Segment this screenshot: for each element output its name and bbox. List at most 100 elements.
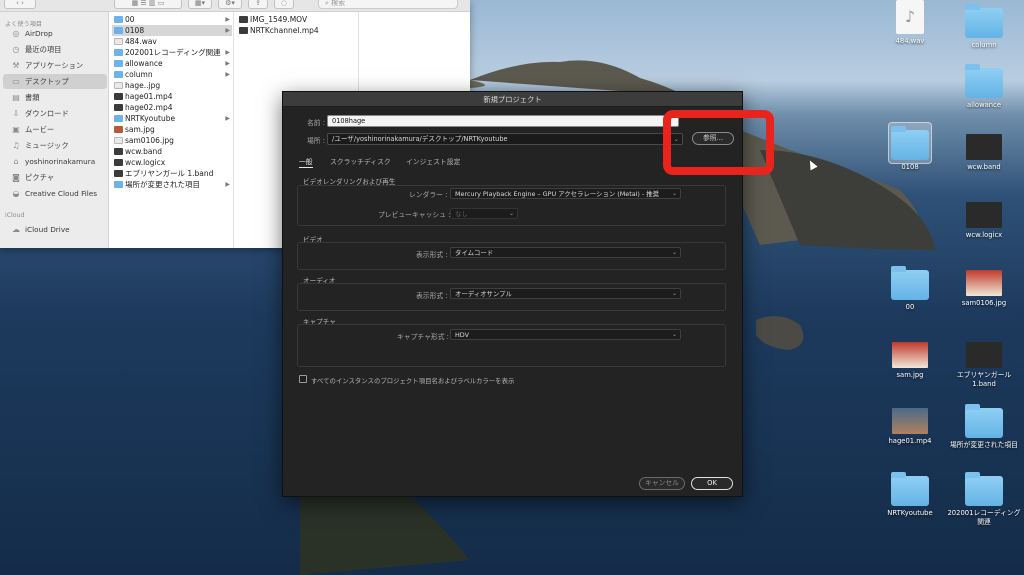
list-item[interactable]: 0108 ▶ — [112, 25, 232, 36]
chevron-down-icon: ⌄ — [671, 190, 677, 197]
file-icon — [114, 159, 123, 166]
desktop-icon-item[interactable]: wcw.logicx — [946, 194, 1022, 240]
list-item[interactable]: hage01.mp4 — [112, 91, 232, 102]
desktop-icon-label: エブリヤンガール 1.band — [956, 371, 1012, 388]
list-item[interactable]: sam0106.jpg — [112, 135, 232, 146]
tag-button[interactable]: ◌ — [274, 0, 294, 9]
preview-cache-label: プレビューキャッシュ : — [378, 211, 451, 219]
back-forward-button[interactable]: ‹ › — [4, 0, 36, 9]
video-display-select[interactable]: タイムコード ⌄ — [450, 247, 681, 258]
show-label-color-checkbox[interactable] — [299, 375, 307, 383]
sidebar-item-applications[interactable]: ⚒ アプリケーション — [3, 58, 107, 73]
desktop-icon-item[interactable]: wcw.band — [946, 126, 1022, 172]
desktop-icon-item[interactable]: 0108 — [872, 122, 948, 172]
desktop-icon-item[interactable]: 00 — [872, 262, 948, 312]
desktop-icon-item[interactable]: NRTKyoutube — [872, 468, 948, 518]
sidebar-item-icloud-drive[interactable]: ☁ iCloud Drive — [3, 222, 107, 237]
sidebar-item-music[interactable]: ♫ ミュージック — [3, 138, 107, 153]
tab-ingest-settings[interactable]: インジェスト設定 — [406, 156, 460, 166]
desktop-icon-item[interactable]: column — [946, 0, 1022, 50]
chevron-right-icon: ▶ — [225, 181, 230, 188]
download-icon: ⇩ — [12, 109, 20, 118]
tab-general[interactable]: 一般 — [299, 156, 313, 168]
desktop-icon-label: 202001レコーディング関連 — [947, 509, 1021, 526]
desktop-icon-item[interactable]: allowance — [946, 60, 1022, 110]
sidebar-item-clock[interactable]: ◷ 最近の項目 — [3, 42, 107, 57]
group-by-button[interactable]: ▦▾ — [188, 0, 212, 9]
list-item[interactable]: 場所が変更された項目 ▶ — [112, 179, 232, 190]
project-name-input[interactable]: 0108hage — [327, 115, 679, 127]
desktop-icon-label: 484.wav — [895, 37, 925, 45]
chevron-down-icon: ⌄ — [671, 331, 677, 338]
desktop-icon-label: 0108 — [901, 163, 919, 171]
list-item[interactable]: allowance ▶ — [112, 58, 232, 69]
renderer-select[interactable]: Mercury Playback Engine – GPU アクセラレーション … — [450, 188, 681, 199]
list-item[interactable]: IMG_1549.MOV — [237, 14, 357, 25]
list-item[interactable]: column ▶ — [112, 69, 232, 80]
folder-icon — [114, 71, 123, 78]
location-label: 場所 : — [307, 137, 326, 145]
applications-icon: ⚒ — [12, 61, 20, 70]
sidebar-item-label: Creative Cloud Files — [25, 189, 98, 198]
list-item[interactable]: 484.wav — [112, 36, 232, 47]
folder-icon — [114, 60, 123, 67]
list-item[interactable]: wcw.logicx — [112, 157, 232, 168]
search-input[interactable]: ⌕ 検索 — [318, 0, 458, 9]
desktop-icon-item[interactable]: sam0106.jpg — [946, 262, 1022, 308]
dialog-title: 新規プロジェクト — [283, 92, 742, 107]
action-gear-button[interactable]: ⚙▾ — [218, 0, 242, 9]
folder-icon — [114, 16, 123, 23]
list-item[interactable]: sam.jpg — [112, 124, 232, 135]
file-thumbnail-icon — [966, 202, 1002, 228]
desktop-icon-item[interactable]: エブリヤンガール 1.band — [946, 334, 1022, 389]
cloud-icon: ☁ — [12, 225, 20, 234]
list-item[interactable]: hage02.mp4 — [112, 102, 232, 113]
view-mode-icons-button[interactable]: ▦ ☰ ▥ ▭ — [114, 0, 182, 9]
list-item-name: hage01.mp4 — [125, 92, 173, 101]
capture-format-select[interactable]: HDV ⌄ — [450, 329, 681, 340]
list-item-name: IMG_1549.MOV — [250, 15, 308, 24]
audio-display-select[interactable]: オーディオサンプル ⌄ — [450, 288, 681, 299]
desktop-icon-item[interactable]: 202001レコーディング関連 — [946, 468, 1022, 527]
list-item[interactable]: 00 ▶ — [112, 14, 232, 25]
list-item[interactable]: hage..jpg — [112, 80, 232, 91]
list-item-name: allowance — [125, 59, 163, 68]
cancel-button[interactable]: キャンセル — [639, 477, 685, 490]
sidebar-item-label: デスクトップ — [25, 77, 69, 86]
sidebar-item-movie[interactable]: ▣ ムービー — [3, 122, 107, 137]
sidebar-item-airdrop[interactable]: ◎ AirDrop — [3, 26, 107, 41]
desktop-icon-item[interactable]: 場所が変更された項目 — [946, 400, 1022, 450]
list-item[interactable]: エブリヤンガール 1.band — [112, 168, 232, 179]
list-item[interactable]: NRTKyoutube ▶ — [112, 113, 232, 124]
desktop-icon-item[interactable]: ♪ 484.wav — [872, 0, 948, 46]
list-item[interactable]: 202001レコーディング関連 ▶ — [112, 47, 232, 58]
sidebar-item-download[interactable]: ⇩ ダウンロード — [3, 106, 107, 121]
file-thumbnail-icon — [966, 134, 1002, 160]
list-item-name: 場所が変更された項目 — [125, 180, 200, 189]
desktop-icon-label: sam0106.jpg — [961, 299, 1007, 307]
name-label: 名前 : — [307, 119, 326, 127]
sidebar-item-home[interactable]: ⌂ yoshinorinakamura — [3, 154, 107, 169]
file-icon — [114, 93, 123, 100]
list-item[interactable]: NRTKchannel.mp4 — [237, 25, 357, 36]
renderer-label: レンダラー : — [409, 191, 448, 199]
preview-cache-value: なし — [455, 210, 468, 218]
desktop-icon-item[interactable]: hage01.mp4 — [872, 400, 948, 446]
list-item-name: 00 — [125, 15, 135, 24]
preview-cache-select[interactable]: なし ⌄ — [450, 208, 518, 219]
renderer-value: Mercury Playback Engine – GPU アクセラレーション … — [455, 190, 660, 198]
chevron-right-icon: ▶ — [225, 16, 230, 23]
desktop-icon-item[interactable]: sam.jpg — [872, 334, 948, 380]
sidebar-item-camera[interactable]: ◙ ピクチャ — [3, 170, 107, 185]
ok-button[interactable]: OK — [691, 477, 733, 490]
sidebar-item-document[interactable]: ▤ 書類 — [3, 90, 107, 105]
desktop-icon-label: NRTKyoutube — [887, 509, 933, 517]
share-button[interactable]: ⇪ — [248, 0, 268, 9]
location-value: /ユーザ/yoshinorinakamura/デスクトップ/NRTKyoutub… — [332, 135, 508, 143]
location-select[interactable]: /ユーザ/yoshinorinakamura/デスクトップ/NRTKyoutub… — [327, 133, 683, 145]
sidebar-item-creative-cloud[interactable]: ◒ Creative Cloud Files — [3, 186, 107, 201]
sidebar-item-desktop[interactable]: ▭ デスクトップ — [3, 74, 107, 89]
document-icon: ▤ — [12, 93, 20, 102]
tab-scratch-disks[interactable]: スクラッチディスク — [330, 156, 391, 166]
list-item[interactable]: wcw.band — [112, 146, 232, 157]
